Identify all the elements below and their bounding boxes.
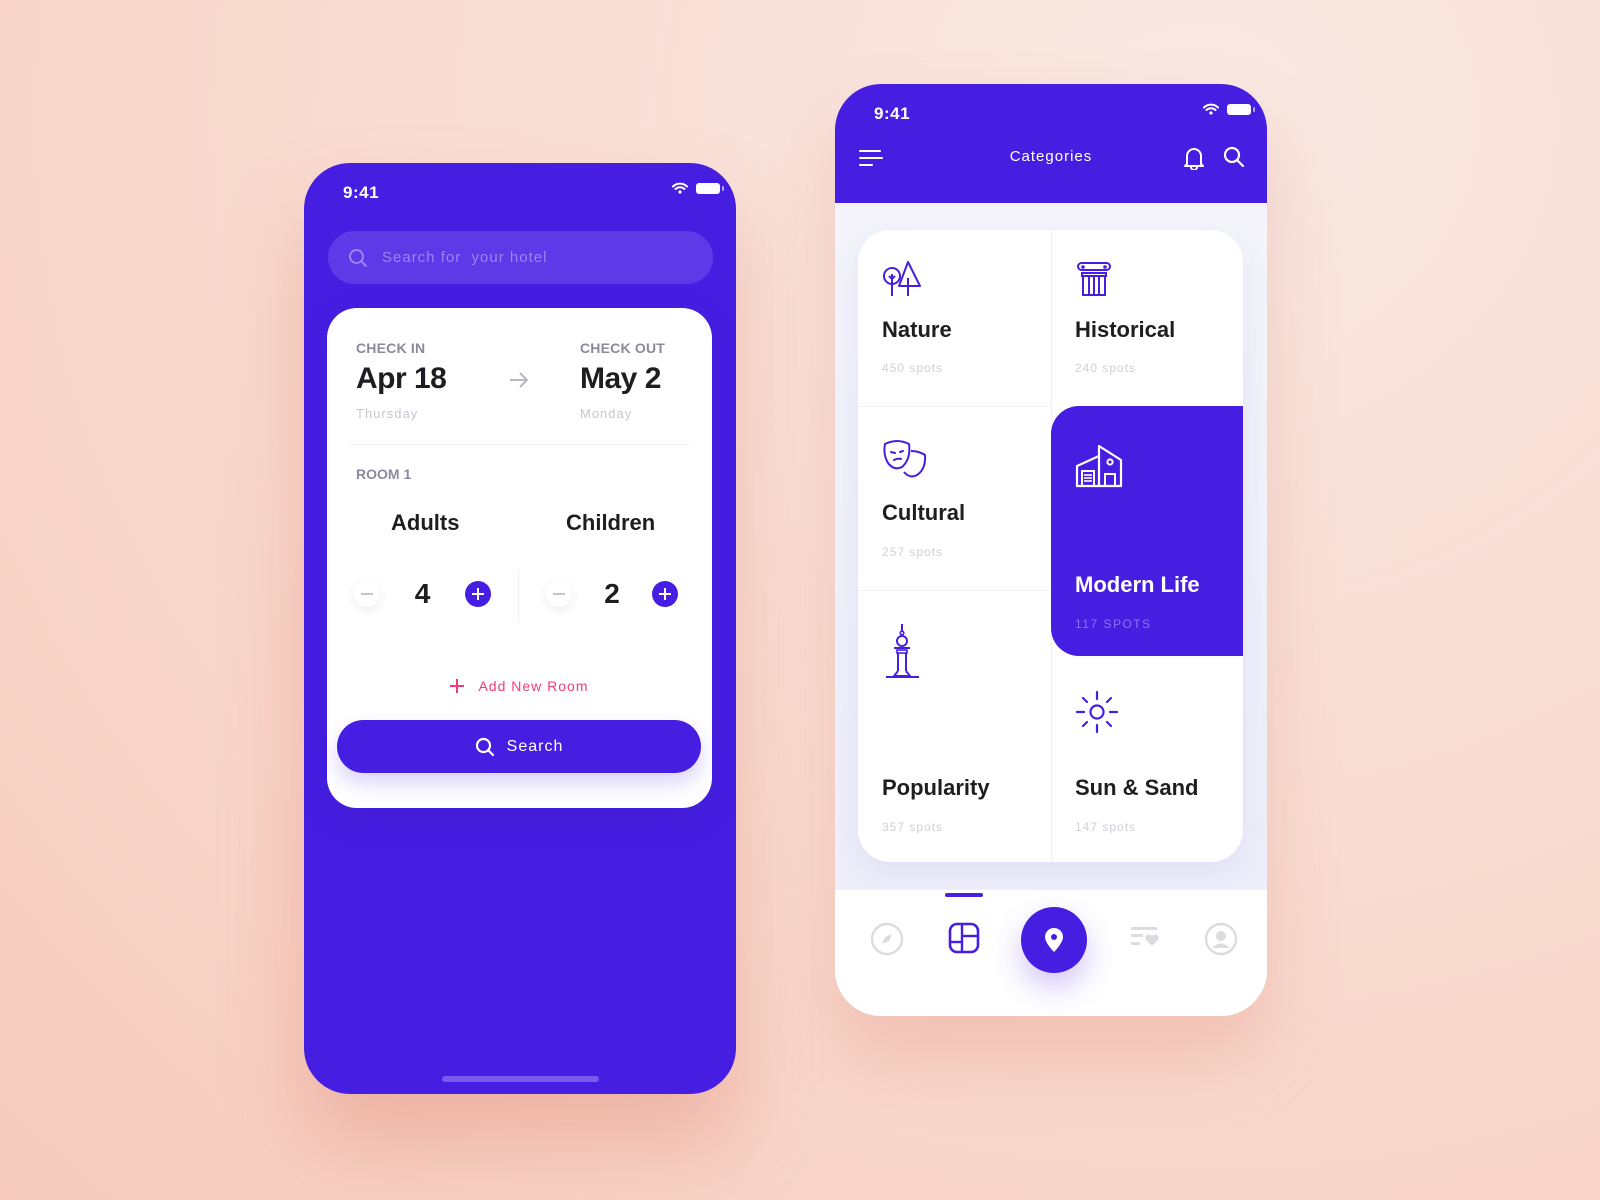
children-count: 2 bbox=[604, 578, 620, 609]
booking-screen: 9:41 CHECK IN Apr 18 Thursday CHECK OUT … bbox=[304, 163, 736, 1094]
status-time: 9:41 bbox=[874, 104, 911, 123]
plus-icon bbox=[472, 588, 484, 600]
category-name: Nature bbox=[882, 317, 952, 342]
category-count: 117 SPOTS bbox=[1075, 617, 1152, 631]
children-label: Children bbox=[566, 510, 656, 535]
profile-icon[interactable] bbox=[1204, 922, 1238, 956]
booking-card: CHECK IN Apr 18 Thursday CHECK OUT May 2… bbox=[327, 308, 712, 808]
category-name: Historical bbox=[1075, 317, 1176, 342]
wifi-icon bbox=[672, 182, 688, 194]
check-out-date: May 2 bbox=[580, 362, 661, 395]
check-out-label: CHECK OUT bbox=[580, 340, 666, 356]
category-count: 450 spots bbox=[882, 361, 944, 375]
minus-icon bbox=[361, 593, 373, 595]
adults-count: 4 bbox=[414, 578, 431, 609]
category-sun-sand[interactable]: Sun & Sand 147 spots bbox=[1051, 656, 1243, 862]
status-time: 9:41 bbox=[343, 183, 380, 202]
sun-icon bbox=[1075, 690, 1119, 734]
category-count: 257 spots bbox=[882, 545, 944, 559]
categories-grid: Nature 450 spots Historical 240 spots Cu… bbox=[858, 230, 1243, 862]
category-name: Sun & Sand bbox=[1075, 775, 1199, 800]
column-icon bbox=[1077, 262, 1111, 296]
category-historical[interactable]: Historical 240 spots bbox=[1051, 230, 1243, 406]
children-increment-button[interactable] bbox=[652, 581, 678, 607]
status-bar: 9:41 bbox=[835, 84, 1267, 144]
tab-bar bbox=[835, 889, 1267, 1016]
stepper-divider bbox=[518, 570, 519, 622]
check-in-date: Apr 18 bbox=[356, 362, 447, 395]
theater-masks-icon bbox=[883, 440, 927, 478]
search-icon bbox=[349, 248, 367, 267]
divider bbox=[350, 444, 689, 445]
hotel-search-field[interactable] bbox=[328, 231, 713, 284]
wifi-icon bbox=[1203, 103, 1219, 115]
adults-increment-button[interactable] bbox=[465, 581, 491, 607]
search-button[interactable]: Search bbox=[337, 720, 701, 773]
room-label: ROOM 1 bbox=[356, 466, 412, 482]
add-new-room-label: Add New Room bbox=[478, 678, 589, 694]
compass-icon[interactable] bbox=[870, 922, 904, 956]
status-bar: 9:41 bbox=[304, 163, 736, 223]
header: 9:41 Categories bbox=[835, 84, 1267, 203]
adults-decrement-button[interactable] bbox=[354, 581, 380, 607]
location-button[interactable] bbox=[1021, 907, 1087, 973]
bell-icon[interactable] bbox=[1183, 146, 1205, 170]
category-name: Modern Life bbox=[1075, 572, 1200, 597]
categories-screen: 9:41 Categories Nature 450 spots Histori… bbox=[835, 84, 1267, 1016]
plus-icon bbox=[659, 588, 671, 600]
category-count: 147 spots bbox=[1075, 820, 1137, 834]
adults-stepper: 4 bbox=[354, 578, 491, 610]
check-out[interactable]: CHECK OUT May 2 Monday bbox=[580, 340, 665, 421]
add-new-room-button[interactable]: Add New Room bbox=[327, 678, 712, 694]
battery-icon bbox=[1227, 103, 1255, 115]
check-in-day: Thursday bbox=[356, 406, 419, 421]
category-count: 240 spots bbox=[1075, 361, 1137, 375]
search-button-label: Search bbox=[506, 737, 564, 755]
category-name: Popularity bbox=[882, 775, 990, 800]
modern-building-icon bbox=[1075, 444, 1123, 488]
search-icon bbox=[475, 737, 494, 756]
trees-icon bbox=[883, 261, 921, 296]
children-stepper: 2 bbox=[546, 578, 678, 610]
category-popularity[interactable]: Popularity 357 spots bbox=[858, 591, 1050, 862]
arrow-right-icon bbox=[510, 372, 529, 388]
location-pin-icon bbox=[1045, 928, 1063, 952]
check-in[interactable]: CHECK IN Apr 18 Thursday bbox=[356, 340, 447, 421]
search-icon[interactable] bbox=[1223, 146, 1245, 168]
children-decrement-button[interactable] bbox=[546, 581, 572, 607]
battery-icon bbox=[696, 182, 724, 194]
minus-icon bbox=[553, 593, 565, 595]
grid-icon[interactable] bbox=[948, 922, 980, 954]
favorites-list-icon[interactable] bbox=[1131, 922, 1161, 950]
check-out-day: Monday bbox=[580, 406, 633, 421]
plus-icon bbox=[450, 679, 465, 693]
adults-label: Adults bbox=[391, 510, 460, 535]
hotel-search-input[interactable] bbox=[382, 249, 682, 266]
category-modern-life[interactable]: Modern Life 117 SPOTS bbox=[1051, 406, 1243, 656]
category-name: Cultural bbox=[882, 500, 966, 525]
check-in-label: CHECK IN bbox=[356, 340, 426, 356]
category-nature[interactable]: Nature 450 spots bbox=[858, 230, 1050, 406]
category-cultural[interactable]: Cultural 257 spots bbox=[858, 407, 1050, 590]
category-count: 357 spots bbox=[882, 820, 944, 834]
active-tab-indicator bbox=[945, 893, 983, 897]
home-indicator[interactable] bbox=[442, 1076, 599, 1082]
tower-icon bbox=[886, 624, 919, 678]
